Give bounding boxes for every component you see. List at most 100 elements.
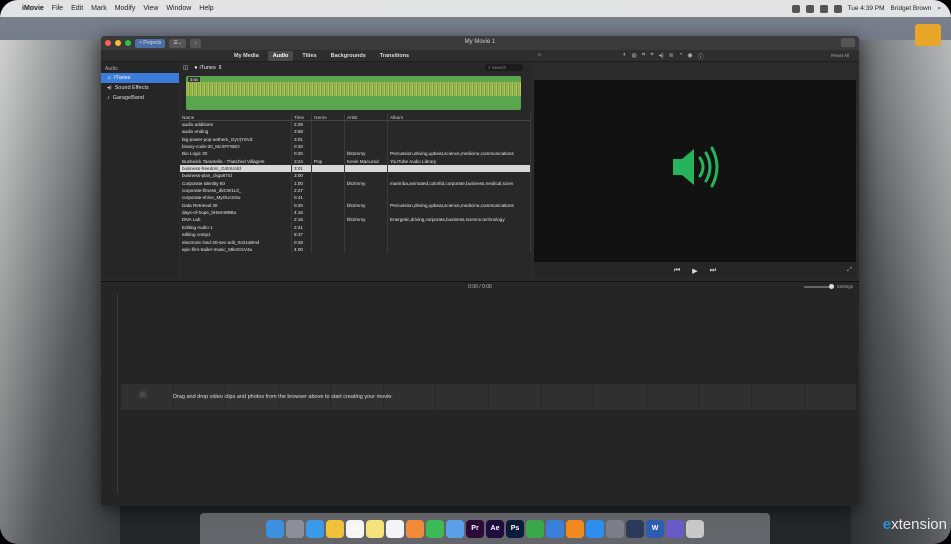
table-cell xyxy=(388,187,531,195)
word-icon[interactable]: W xyxy=(646,519,664,538)
premiere-icon[interactable]: Pr xyxy=(466,519,484,538)
launchpad-icon[interactable] xyxy=(286,519,304,538)
noise-reduction-icon[interactable]: ≋ xyxy=(669,52,674,61)
menu-edit[interactable]: Edit xyxy=(71,5,83,12)
song-table: Name Time Genre Artist Album audio addit… xyxy=(180,114,531,254)
imovie-icon[interactable] xyxy=(666,519,684,538)
zoom-slider[interactable] xyxy=(803,283,834,289)
skip-back-icon[interactable]: ⏮ xyxy=(674,267,680,275)
table-row[interactable]: Data Retrieval 30 0:30 bhzimmy Percussion,d… xyxy=(180,201,531,210)
speed-icon[interactable]: ◔ xyxy=(679,52,683,61)
status-icon[interactable] xyxy=(819,4,828,13)
skip-forward-icon[interactable]: ⏭ xyxy=(710,267,716,275)
status-icon[interactable] xyxy=(805,4,814,13)
table-cell: Bio Logic 30 xyxy=(180,150,292,158)
menu-help[interactable]: Help xyxy=(199,5,213,12)
table-cell xyxy=(345,245,388,254)
reminders-icon[interactable] xyxy=(386,519,404,538)
keynote-icon[interactable] xyxy=(546,519,564,538)
sidebar-item-label: Sound Effects xyxy=(114,85,149,91)
info-icon[interactable]: ⓘ xyxy=(698,52,704,61)
table-row[interactable]: corporate-shine_MyOUcSSu 0:41 xyxy=(180,194,531,202)
color-balance-icon[interactable]: ◐ xyxy=(623,52,627,61)
menu-mark[interactable]: Mark xyxy=(91,5,107,12)
table-row[interactable]: Corporate Identity 60 1:00 bhzimmy marimba,… xyxy=(180,179,531,188)
status-icon[interactable] xyxy=(791,4,800,13)
stickies-icon[interactable] xyxy=(366,519,384,538)
stabilization-icon[interactable]: ⌖ xyxy=(650,52,653,61)
tab-titles[interactable]: Titles xyxy=(297,51,321,61)
notes-icon[interactable] xyxy=(326,519,344,538)
fullscreen-icon[interactable]: ⤢ xyxy=(847,267,852,274)
tab-my-media[interactable]: My Media xyxy=(229,51,264,61)
audio-waveform[interactable]: 3:55 xyxy=(186,76,521,110)
desktop-folder-icon[interactable] xyxy=(915,24,941,46)
tab-audio[interactable]: Audio xyxy=(267,51,294,61)
menu-app-name[interactable]: iMovie xyxy=(22,5,44,12)
table-row[interactable]: business-plan_ckgo87rd 3:00 xyxy=(180,172,531,180)
enhance-wand-icon[interactable]: ✧ xyxy=(537,52,542,59)
table-row[interactable]: epic-film-trailer-music_MkmOcV4u 4:00 xyxy=(180,245,531,254)
ibooks-icon[interactable] xyxy=(566,519,584,538)
table-row[interactable]: audio additions 2:29 xyxy=(180,121,531,129)
trash-icon[interactable] xyxy=(686,519,704,538)
table-row[interactable]: Editing Audio 1 2:41 xyxy=(180,223,531,232)
settings-button[interactable]: Settings xyxy=(837,284,853,289)
table-cell xyxy=(345,223,388,232)
safari-icon[interactable] xyxy=(306,519,324,538)
after-effects-icon[interactable]: Ae xyxy=(486,519,504,538)
sidebar-toggle-icon[interactable]: ◫ xyxy=(183,65,188,71)
column-header-album[interactable]: Album xyxy=(388,114,531,120)
table-row[interactable]: binary-code-30_McXFFSBO 0:30 xyxy=(180,143,531,151)
sidebar-item-itunes[interactable]: ♫ iTunes xyxy=(101,73,179,83)
crop-icon[interactable]: ⌗ xyxy=(642,52,645,61)
app-store-icon[interactable] xyxy=(586,519,604,538)
wifi-icon[interactable] xyxy=(833,4,842,13)
table-row[interactable]: Bio Logic 30 0:30 bhzimmy Percussion,drivin… xyxy=(180,150,531,158)
numbers-icon[interactable] xyxy=(526,519,544,538)
table-cell xyxy=(312,209,345,217)
clock[interactable]: Tue 4:39 PM xyxy=(848,5,885,12)
table-row[interactable]: DNA Lab 2:16 bhzimmy Energetic,driving,corp… xyxy=(180,216,531,224)
calendar-icon[interactable]: 20 xyxy=(346,519,364,538)
table-row[interactable]: days-of-hope_bH5mW8Bu 4:16 xyxy=(180,209,531,217)
share-button[interactable] xyxy=(841,38,855,47)
menu-window[interactable]: Window xyxy=(166,5,191,12)
table-row[interactable]: audio ending 3:58 xyxy=(180,128,531,136)
source-select[interactable]: ● iTunes ⇕ xyxy=(194,65,222,71)
playback-controls: ⏮ ▶ ⏭ ⤢ xyxy=(534,262,856,279)
column-header-name[interactable]: Name xyxy=(180,114,292,120)
facetime-icon[interactable] xyxy=(426,519,444,538)
preview-icon[interactable] xyxy=(446,519,464,538)
menu-file[interactable]: File xyxy=(52,5,63,12)
table-row[interactable]: electronic-bed-30-sec-edit_0c01oBHd 0:28 xyxy=(180,238,531,246)
table-row[interactable]: business-freedom_G4tnUrdd 3:01 xyxy=(180,165,531,173)
system-preferences-icon[interactable] xyxy=(606,519,624,538)
filter-icon[interactable]: ◉ xyxy=(687,52,692,61)
quicktime-icon[interactable] xyxy=(626,519,644,538)
play-icon[interactable]: ▶ xyxy=(692,267,697,275)
spotlight-icon[interactable]: ⌕ xyxy=(937,5,941,13)
user-name[interactable]: Bridget Brown xyxy=(891,5,932,12)
column-header-artist[interactable]: Artist xyxy=(345,114,388,120)
playhead[interactable] xyxy=(117,294,118,494)
column-header-genre[interactable]: Genre xyxy=(312,114,345,120)
table-row[interactable]: corporate-fitness_dkCW1LIl_ 2:27 xyxy=(180,187,531,195)
reset-all-button[interactable]: Reset All xyxy=(831,53,849,58)
color-correction-icon[interactable]: ◍ xyxy=(632,52,637,61)
tab-transitions[interactable]: Transitions xyxy=(375,51,414,61)
menu-view[interactable]: View xyxy=(143,5,158,12)
sidebar-item-sound-effects[interactable]: ◂) Sound Effects xyxy=(101,83,179,93)
photos-icon[interactable] xyxy=(406,519,424,538)
sidebar-item-garageband[interactable]: ♪ GarageBand xyxy=(101,93,179,103)
table-row[interactable]: editing comp1 8:37 xyxy=(180,231,531,239)
finder-icon[interactable] xyxy=(266,519,284,538)
column-header-time[interactable]: Time xyxy=(292,114,312,120)
photoshop-icon[interactable]: Ps xyxy=(506,519,524,538)
volume-icon[interactable]: ◂) xyxy=(659,52,664,61)
table-row[interactable]: big-power-pop-anthem_GyVjYSVd 3:01 xyxy=(180,135,531,144)
tab-backgrounds[interactable]: Backgrounds xyxy=(326,51,371,61)
table-row[interactable]: Bushwick Tarantella - Thatched Villagers… xyxy=(180,157,531,166)
menu-modify[interactable]: Modify xyxy=(115,5,136,12)
search-input[interactable]: ⌕ Search xyxy=(485,64,523,71)
